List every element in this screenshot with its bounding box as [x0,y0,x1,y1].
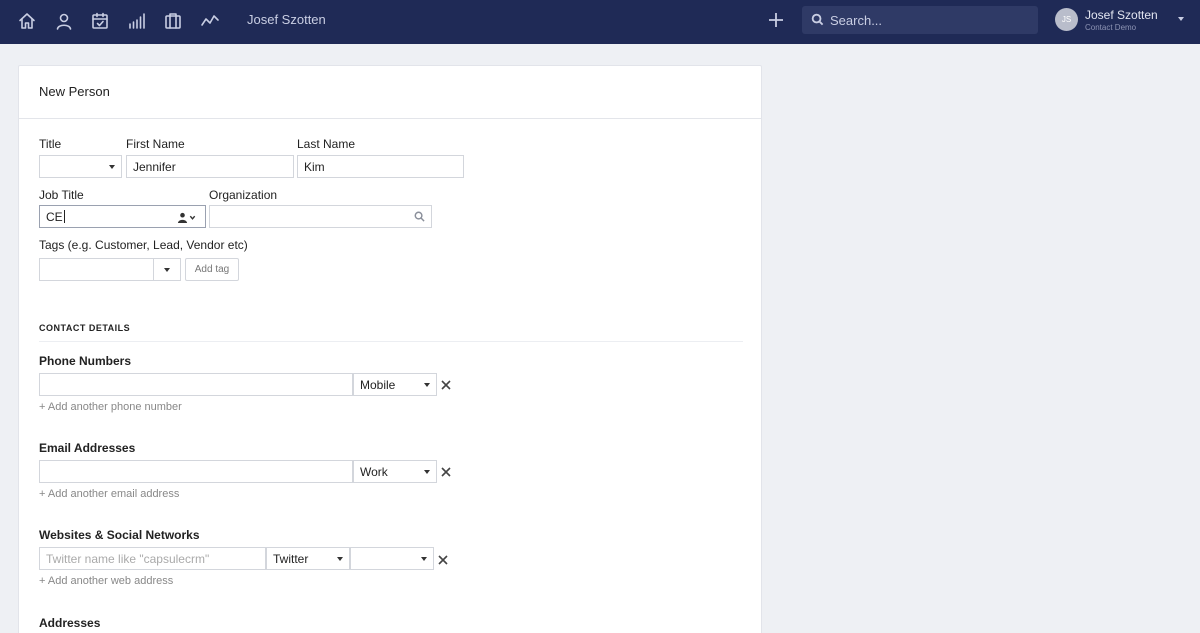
remove-website-button[interactable] [437,553,449,565]
person-icon[interactable] [53,10,75,32]
contact-details-heading: CONTACT DETAILS [39,323,131,333]
page-title: New Person [39,84,110,99]
add-phone-link[interactable]: + Add another phone number [39,401,182,413]
person-icon [177,212,188,223]
add-tag-button[interactable]: Add tag [185,258,239,281]
first-name-value: Jennifer [133,159,176,174]
user-menu-chevron-icon[interactable] [1178,17,1184,21]
websites-label: Websites & Social Networks [39,528,200,542]
email-type-value: Work [360,464,388,479]
tags-label: Tags (e.g. Customer, Lead, Vendor etc) [39,238,248,252]
trend-line-icon[interactable] [199,10,221,32]
phone-type-select[interactable]: Mobile [353,373,437,396]
title-select[interactable] [39,155,122,178]
job-title-value: CE [46,209,63,224]
calendar-check-icon[interactable] [89,10,111,32]
job-title-label: Job Title [39,188,84,202]
chevron-down-icon [424,383,430,387]
job-title-field[interactable]: CE [39,205,206,228]
web-service-value: Twitter [273,551,309,566]
add-email-link[interactable]: + Add another email address [39,488,179,500]
tag-select[interactable] [39,258,181,281]
addresses-label: Addresses [39,616,101,630]
title-label: Title [39,137,62,151]
avatar[interactable]: JS [1055,8,1078,31]
chevron-down-icon[interactable] [164,268,170,272]
email-addresses-label: Email Addresses [39,441,136,455]
bar-chart-icon[interactable] [126,10,148,32]
phone-type-value: Mobile [360,377,396,392]
user-subtitle: Contact Demo [1085,23,1137,32]
remove-email-button[interactable] [440,465,452,477]
website-placeholder: Twitter name like "capsulecrm" [46,551,210,566]
search-icon [811,13,824,26]
organization-field[interactable] [209,205,432,228]
chevron-down-icon [189,215,196,220]
remove-phone-button[interactable] [440,378,452,390]
home-icon[interactable] [16,10,38,32]
search-box[interactable] [802,6,1038,34]
add-website-link[interactable]: + Add another web address [39,575,173,587]
account-name[interactable]: Josef Szotten [247,12,326,27]
last-name-label: Last Name [297,137,356,151]
new-person-card: New Person Title First Name Last Name Je… [18,65,762,633]
first-name-label: First Name [126,137,185,151]
close-icon [438,555,448,565]
website-field[interactable]: Twitter name like "capsulecrm" [39,547,266,570]
user-name[interactable]: Josef Szotten [1085,8,1158,22]
search-icon [414,211,425,222]
close-icon [441,380,451,390]
tag-select-divider [153,259,154,280]
last-name-value: Kim [304,159,325,174]
briefcase-icon[interactable] [162,10,184,32]
chevron-down-icon [109,165,115,169]
top-nav-bar: Josef Szotten JS Josef Szotten Contact D… [0,0,1200,44]
chevron-down-icon [421,557,427,561]
section-divider [39,341,743,342]
web-service-select[interactable]: Twitter [266,547,350,570]
phone-number-field[interactable] [39,373,353,396]
chevron-down-icon [337,557,343,561]
first-name-field[interactable]: Jennifer [126,155,294,178]
web-type-select[interactable] [350,547,434,570]
chevron-down-icon [424,470,430,474]
person-picker[interactable] [177,211,197,223]
email-type-select[interactable]: Work [353,460,437,483]
header-divider [19,118,761,119]
search-input[interactable] [830,6,1030,34]
close-icon [441,467,451,477]
phone-numbers-label: Phone Numbers [39,354,132,368]
plus-icon [769,13,783,27]
email-field[interactable] [39,460,353,483]
text-cursor [63,210,65,223]
organization-label: Organization [209,188,278,202]
last-name-field[interactable]: Kim [297,155,464,178]
add-button[interactable] [765,9,787,31]
